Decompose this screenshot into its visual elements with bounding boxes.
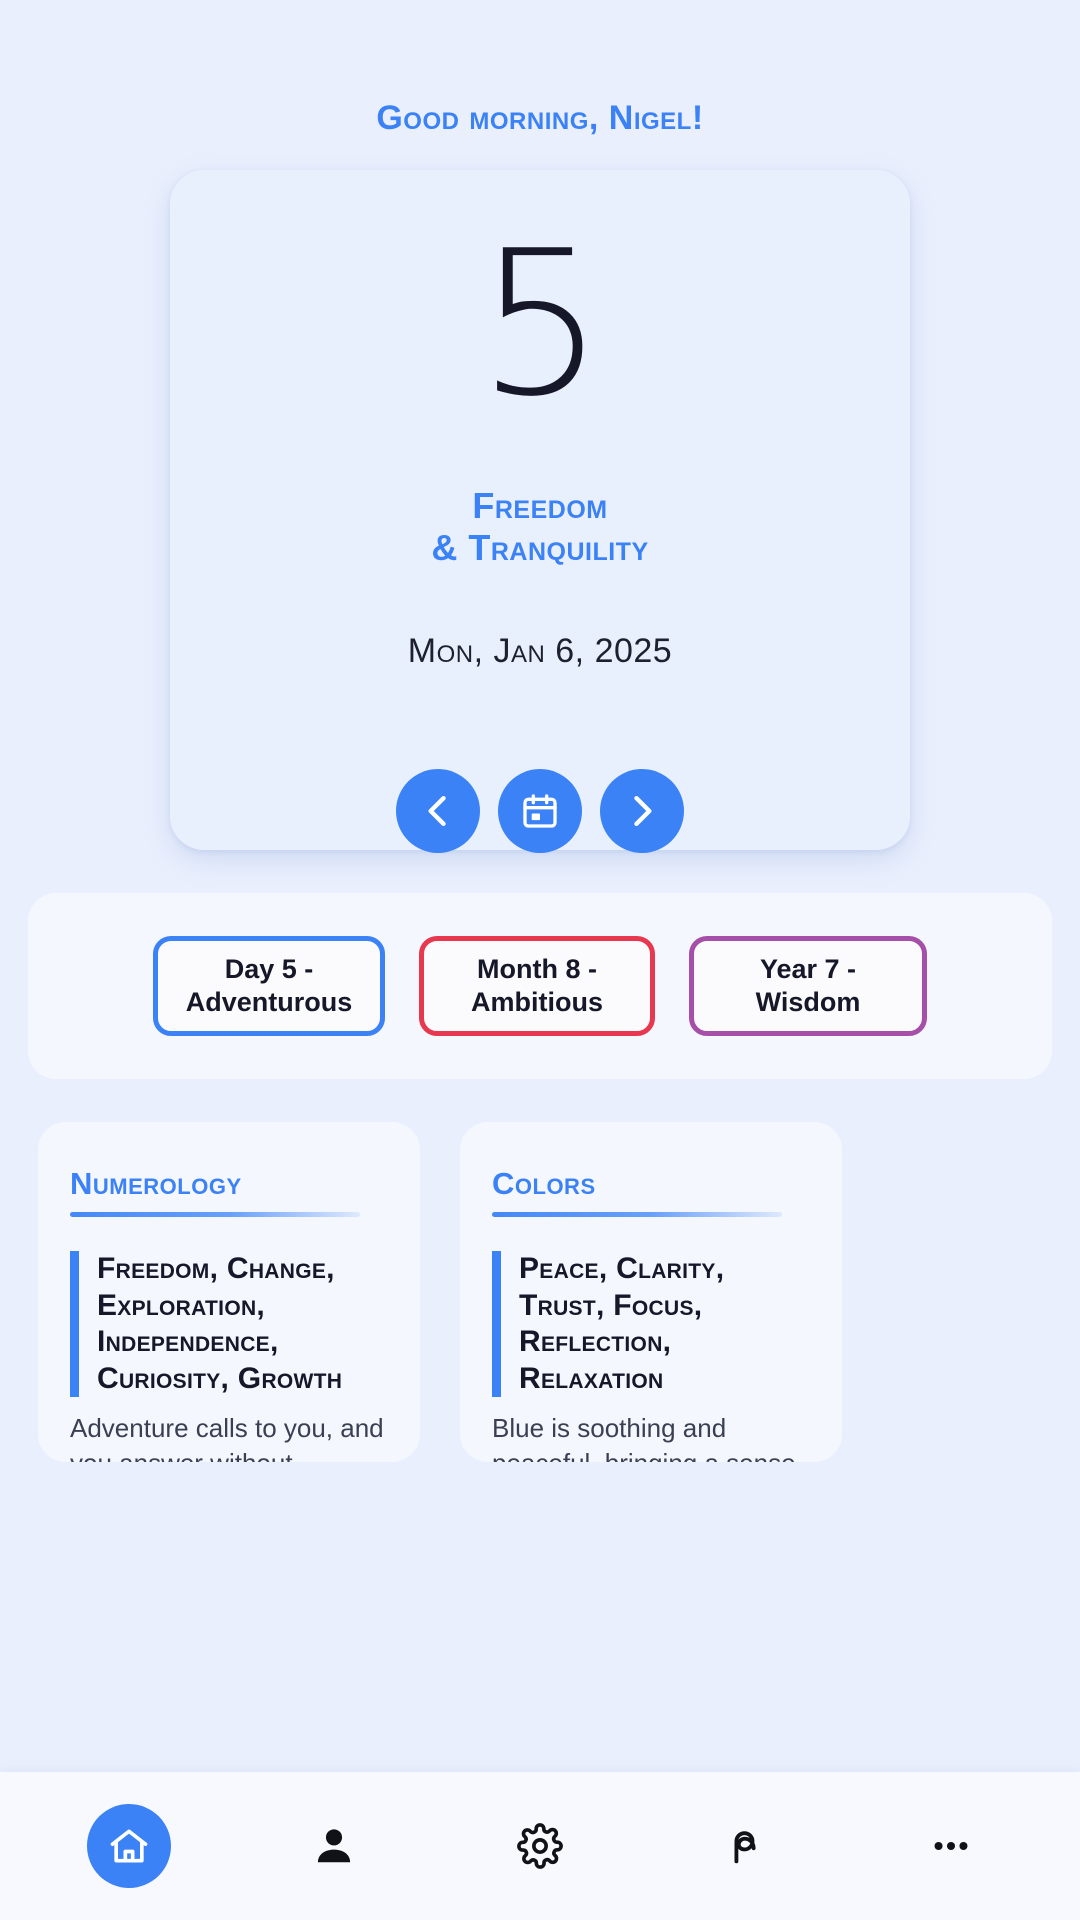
chevron-right-icon (620, 789, 664, 833)
greeting-text: Good morning, Nigel! (376, 99, 704, 137)
next-day-button[interactable] (600, 768, 684, 853)
gear-icon (517, 1823, 563, 1869)
meaning-line-2: & Tranquility (431, 527, 649, 569)
info-card-numerology-keywords: Freedom, Change, Exploration, Independen… (70, 1251, 388, 1398)
info-card-numerology-body: Adventure calls to you, and you answer w… (70, 1413, 384, 1462)
info-card-numerology-title: Numerology (70, 1166, 242, 1201)
info-card-colors-keywords: Peace, Clarity, Trust, Focus, Reflection… (492, 1251, 810, 1398)
nav-home-button[interactable] (86, 1804, 171, 1888)
badge-day-line1: Day 5 - (224, 954, 314, 985)
badges-panel: Day 5 - Adventurous Month 8 - Ambitious … (28, 893, 1052, 1079)
bottom-navigation (0, 1772, 1080, 1920)
nav-numerology-button[interactable] (704, 1804, 788, 1888)
person-icon (311, 1823, 357, 1869)
badge-month-label: Month 8 - Ambitious (471, 953, 603, 1019)
badge-month-line2: Ambitious (471, 987, 603, 1017)
calendar-icon (520, 791, 560, 831)
daily-number: 5 (477, 208, 604, 441)
nav-more-button[interactable] (909, 1804, 993, 1888)
badge-day-label: Day 5 - Adventurous (186, 953, 353, 1019)
info-card-colors-body: Blue is soothing and peaceful, bringing … (492, 1413, 796, 1462)
title-underline (492, 1212, 782, 1217)
home-icon (107, 1824, 151, 1868)
numerology-glyph-icon (723, 1823, 769, 1869)
current-date: Mon, Jan 6, 2025 (407, 631, 673, 670)
badge-day-line2: Adventurous (185, 987, 353, 1017)
badge-month-line1: Month 8 - (477, 954, 597, 985)
daily-number-meaning: Freedom & Tranquility (431, 485, 648, 570)
badge-day[interactable]: Day 5 - Adventurous (153, 936, 385, 1036)
badge-year-label: Year 7 - Wisdom (755, 954, 861, 1017)
nav-settings-button[interactable] (498, 1804, 582, 1888)
calendar-button[interactable] (498, 768, 582, 853)
chevron-left-icon (416, 789, 460, 833)
daily-number-card: 5 Freedom & Tranquility Mon, Jan 6, 2025 (170, 170, 910, 853)
info-card-numerology[interactable]: Numerology Freedom, Change, Exploration,… (38, 1122, 420, 1462)
info-card-colors-title: Colors (492, 1166, 596, 1201)
info-cards: Numerology Freedom, Change, Exploration,… (38, 1122, 1042, 1462)
previous-day-button[interactable] (396, 768, 480, 853)
more-icon (928, 1823, 974, 1869)
badge-month[interactable]: Month 8 - Ambitious (419, 936, 655, 1036)
badge-year[interactable]: Year 7 - Wisdom (689, 936, 927, 1036)
info-card-colors[interactable]: Colors Peace, Clarity, Trust, Focus, Ref… (460, 1122, 842, 1462)
nav-profile-button[interactable] (292, 1804, 376, 1888)
date-navigation (396, 768, 684, 853)
title-underline (70, 1212, 360, 1217)
meaning-line-1: Freedom (472, 485, 608, 526)
